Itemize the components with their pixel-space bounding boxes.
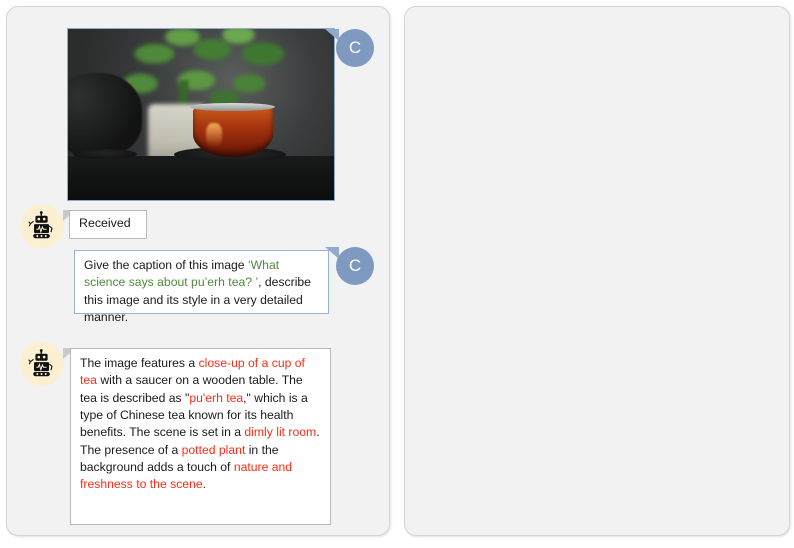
- user-avatar-prompt-left[interactable]: C: [336, 247, 374, 285]
- received-bubble-left: Received: [69, 210, 147, 239]
- wooden-table: [68, 155, 334, 200]
- user-avatar-photo-left[interactable]: C: [336, 29, 374, 67]
- answer-segment-highlight: potted plant: [181, 442, 246, 457]
- screenshot-canvas: C Received C Give the caption of this im…: [0, 0, 794, 548]
- answer-bubble-left: The image features a close-up of a cup o…: [70, 348, 331, 525]
- answer-segment: The image features a: [80, 356, 199, 370]
- tea-cup-rim: [190, 102, 276, 112]
- conversation-panel-left: C Received C Give the caption of this im…: [6, 6, 390, 536]
- teapot: [68, 73, 143, 156]
- tea-cup-photo: [67, 28, 335, 201]
- answer-segment: .: [202, 477, 207, 492]
- second-saucer: [73, 148, 138, 159]
- robot-icon: [28, 349, 53, 377]
- robot-icon: [28, 211, 53, 239]
- tea-cup: [193, 107, 273, 158]
- tea-highlight: [206, 123, 223, 147]
- bot-avatar-received-left[interactable]: [20, 204, 64, 248]
- bot-avatar-answer-left[interactable]: [20, 342, 64, 386]
- prompt-bubble-left: Give the caption of this image ‘What sci…: [74, 250, 329, 324]
- prompt-segment: Give the caption of this image: [84, 258, 248, 272]
- answer-segment-highlight: pu'erh tea: [189, 390, 244, 405]
- answer-segment-highlight: dimly lit room: [244, 425, 317, 440]
- conversation-panel-right: C Received C Describe this i: [404, 6, 790, 536]
